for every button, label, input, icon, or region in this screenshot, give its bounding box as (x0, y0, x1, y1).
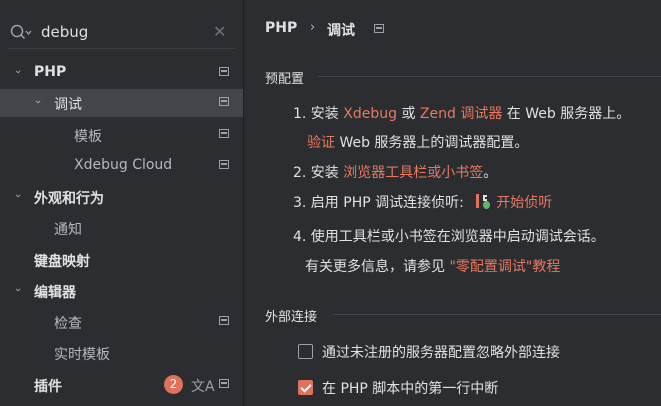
chevron-down-icon[interactable]: › (11, 70, 25, 74)
project-scope-icon (219, 379, 229, 388)
preconfig-step-4: 4. 使用工具栏或小书签在浏览器中启动调试会话。 (293, 229, 605, 245)
preconfig-step-1: 1. 安装 Xdebug 或 Zend 调试器 在 Web 服务器上。 (293, 103, 630, 123)
step-text: 3. 启用 PHP 调试连接侦听: (293, 195, 469, 211)
sidebar-item-label: 键盘映射 (34, 254, 90, 270)
project-scope-icon (219, 67, 229, 76)
step-text: Web 服务器上的调试器配置。 (335, 135, 529, 151)
project-scope-icon (374, 24, 384, 33)
sidebar-item-templates[interactable]: 模板 (0, 121, 243, 149)
more-info: 有关更多信息，请参见 "零配置调试"教程 (305, 256, 560, 276)
browser-toolbar-link[interactable]: 浏览器工具栏或小书签 (343, 165, 483, 181)
project-scope-icon (219, 160, 229, 169)
chevron-down-icon[interactable]: › (31, 100, 45, 104)
section-separator (318, 76, 661, 77)
debug-listen-icon[interactable] (474, 192, 492, 210)
step-text: 或 (397, 106, 420, 122)
sidebar-item-label: 外观和行为 (34, 191, 104, 207)
sidebar-item-label: 编辑器 (34, 285, 76, 301)
sidebar-item-label: 检查 (54, 316, 82, 332)
step-text: 有关更多信息，请参见 (305, 259, 450, 275)
chevron-down-icon[interactable]: › (11, 194, 25, 198)
sidebar-item-php[interactable]: › PHP (0, 59, 243, 87)
project-scope-icon (219, 97, 229, 106)
step-text: 1. 安装 (293, 106, 344, 122)
search-underline (8, 48, 236, 49)
sidebar-item-notifications[interactable]: 通知 (0, 214, 243, 242)
break-at-first-line-checkbox[interactable] (298, 380, 313, 395)
sidebar-item-keymap[interactable]: 键盘映射 (0, 246, 243, 274)
settings-content: PHP › 调试 预配置 1. 安装 Xdebug 或 Zend 调试器 在 W… (244, 0, 661, 406)
sidebar-item-label: PHP (34, 64, 67, 80)
sidebar-item-xdebug-cloud[interactable]: Xdebug Cloud (0, 152, 243, 180)
breadcrumb-current: 调试 (327, 23, 355, 39)
chevron-down-icon[interactable]: › (11, 288, 25, 292)
step-text: 2. 安装 (293, 165, 344, 181)
sidebar-item-debug[interactable]: › 调试 (0, 89, 243, 117)
sidebar-item-plugins[interactable]: 插件 2 文A (0, 371, 243, 399)
search-icon (10, 24, 32, 40)
sidebar-item-label: 通知 (54, 222, 82, 238)
plugins-update-badge: 2 (164, 375, 183, 394)
sidebar-item-label: 模板 (74, 129, 102, 145)
ignore-external-connections-checkbox[interactable] (298, 344, 313, 359)
clear-search-icon[interactable]: ✕ (213, 24, 226, 40)
sidebar-item-live-templates[interactable]: 实时模板 (0, 339, 243, 367)
preconfig-step-2: 2. 安装 浏览器工具栏或小书签。 (293, 162, 497, 182)
sidebar-item-editor[interactable]: › 编辑器 (0, 277, 243, 305)
validate-link[interactable]: 验证 (307, 135, 335, 151)
breadcrumb-root[interactable]: PHP (265, 20, 297, 36)
translate-icon: 文A (191, 379, 215, 395)
preconfig-step-1-validate: 验证 Web 服务器上的调试器配置。 (307, 132, 528, 152)
sidebar-item-label: 插件 (34, 379, 62, 395)
preconfig-step-3: 3. 启用 PHP 调试连接侦听: 开始侦听 (293, 192, 552, 212)
sidebar-item-appearance[interactable]: › 外观和行为 (0, 183, 243, 211)
break-at-first-line-label[interactable]: 在 PHP 脚本中的第一行中断 (322, 378, 498, 398)
settings-search: debug ✕ (0, 17, 243, 49)
project-scope-icon (219, 316, 229, 325)
sidebar-item-label: Xdebug Cloud (74, 157, 173, 173)
sidebar-item-label: 实时模板 (54, 347, 110, 363)
settings-sidebar: debug ✕ › PHP › 调试 模板 Xdebug Cloud › 外观和… (0, 0, 243, 406)
section-separator (333, 314, 661, 315)
ignore-external-connections-label[interactable]: 通过未注册的服务器配置忽略外部连接 (322, 342, 560, 362)
sidebar-item-inspections[interactable]: 检查 (0, 308, 243, 336)
xdebug-link[interactable]: Xdebug (343, 106, 397, 122)
step-text: 。 (483, 165, 498, 181)
zero-config-tutorial-link[interactable]: "零配置调试"教程 (449, 259, 560, 275)
breadcrumb-separator: › (310, 20, 316, 35)
search-input[interactable]: debug (41, 23, 88, 41)
project-scope-icon (219, 129, 229, 138)
external-connections-title: 外部连接 (265, 310, 318, 325)
start-listening-link[interactable]: 开始侦听 (496, 195, 552, 211)
step-text: 在 Web 服务器上。 (502, 106, 631, 122)
zend-debugger-link[interactable]: Zend 调试器 (420, 106, 502, 122)
preconfig-title: 预配置 (265, 72, 305, 87)
sidebar-item-label: 调试 (54, 97, 82, 113)
